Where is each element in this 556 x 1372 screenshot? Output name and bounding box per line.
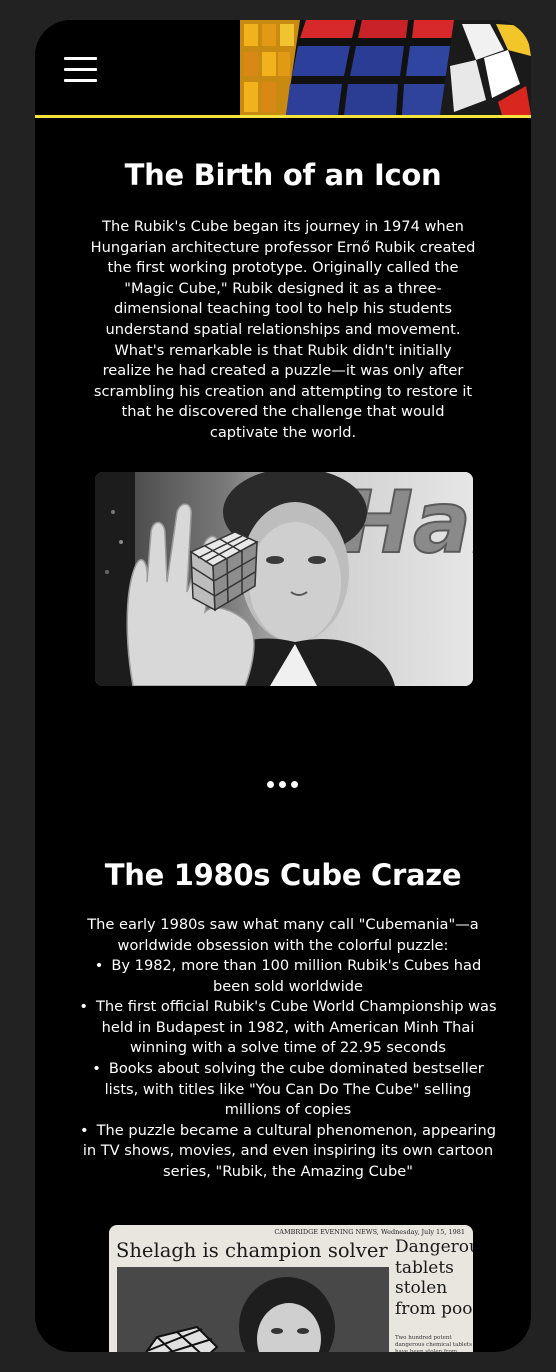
photo-illustration: Har	[95, 472, 473, 686]
site-header	[35, 20, 531, 118]
list-item: The puzzle became a cultural phenomenon,…	[75, 1121, 501, 1183]
divider-dot	[267, 781, 274, 788]
rubiks-cube-banner-image	[240, 20, 531, 115]
section-title-cube-craze: The 1980s Cube Craze	[104, 858, 462, 892]
newspaper-clipping-image: CAMBRIDGE EVENING NEWS, Wednesday, July …	[109, 1225, 473, 1352]
newspaper-photo-illustration	[117, 1267, 389, 1352]
hamburger-menu-icon[interactable]	[64, 57, 97, 82]
menu-bar	[64, 57, 97, 60]
phone-screen: The Birth of an Icon The Rubik's Cube be…	[35, 20, 531, 1352]
newspaper-side-headline: Dangerous tablets stolen from poo	[395, 1237, 473, 1319]
erno-rubik-photo: Har	[95, 472, 473, 686]
section-title-birth-of-icon: The Birth of an Icon	[124, 158, 442, 192]
section-divider-dots	[265, 781, 301, 789]
menu-bar	[64, 79, 97, 82]
section-body-birth-of-icon: The Rubik's Cube began its journey in 19…	[90, 218, 476, 441]
newspaper-headline: Shelagh is champion solver	[116, 1239, 388, 1262]
list-item: Books about solving the cube dominated b…	[75, 1059, 501, 1121]
list-item: The first official Rubik's Cube World Ch…	[75, 997, 501, 1059]
divider-dot	[291, 781, 298, 788]
newspaper-photo	[117, 1267, 389, 1352]
list-item: By 1982, more than 100 million Rubik's C…	[75, 956, 501, 997]
section-intro-cube-craze: The early 1980s saw what many call "Cube…	[87, 916, 479, 954]
newspaper-side-text: Two hundred potent dangerous chemical ta…	[395, 1335, 472, 1352]
cube-craze-list: By 1982, more than 100 million Rubik's C…	[75, 956, 501, 1183]
menu-bar	[64, 68, 97, 71]
divider-dot	[279, 781, 286, 788]
